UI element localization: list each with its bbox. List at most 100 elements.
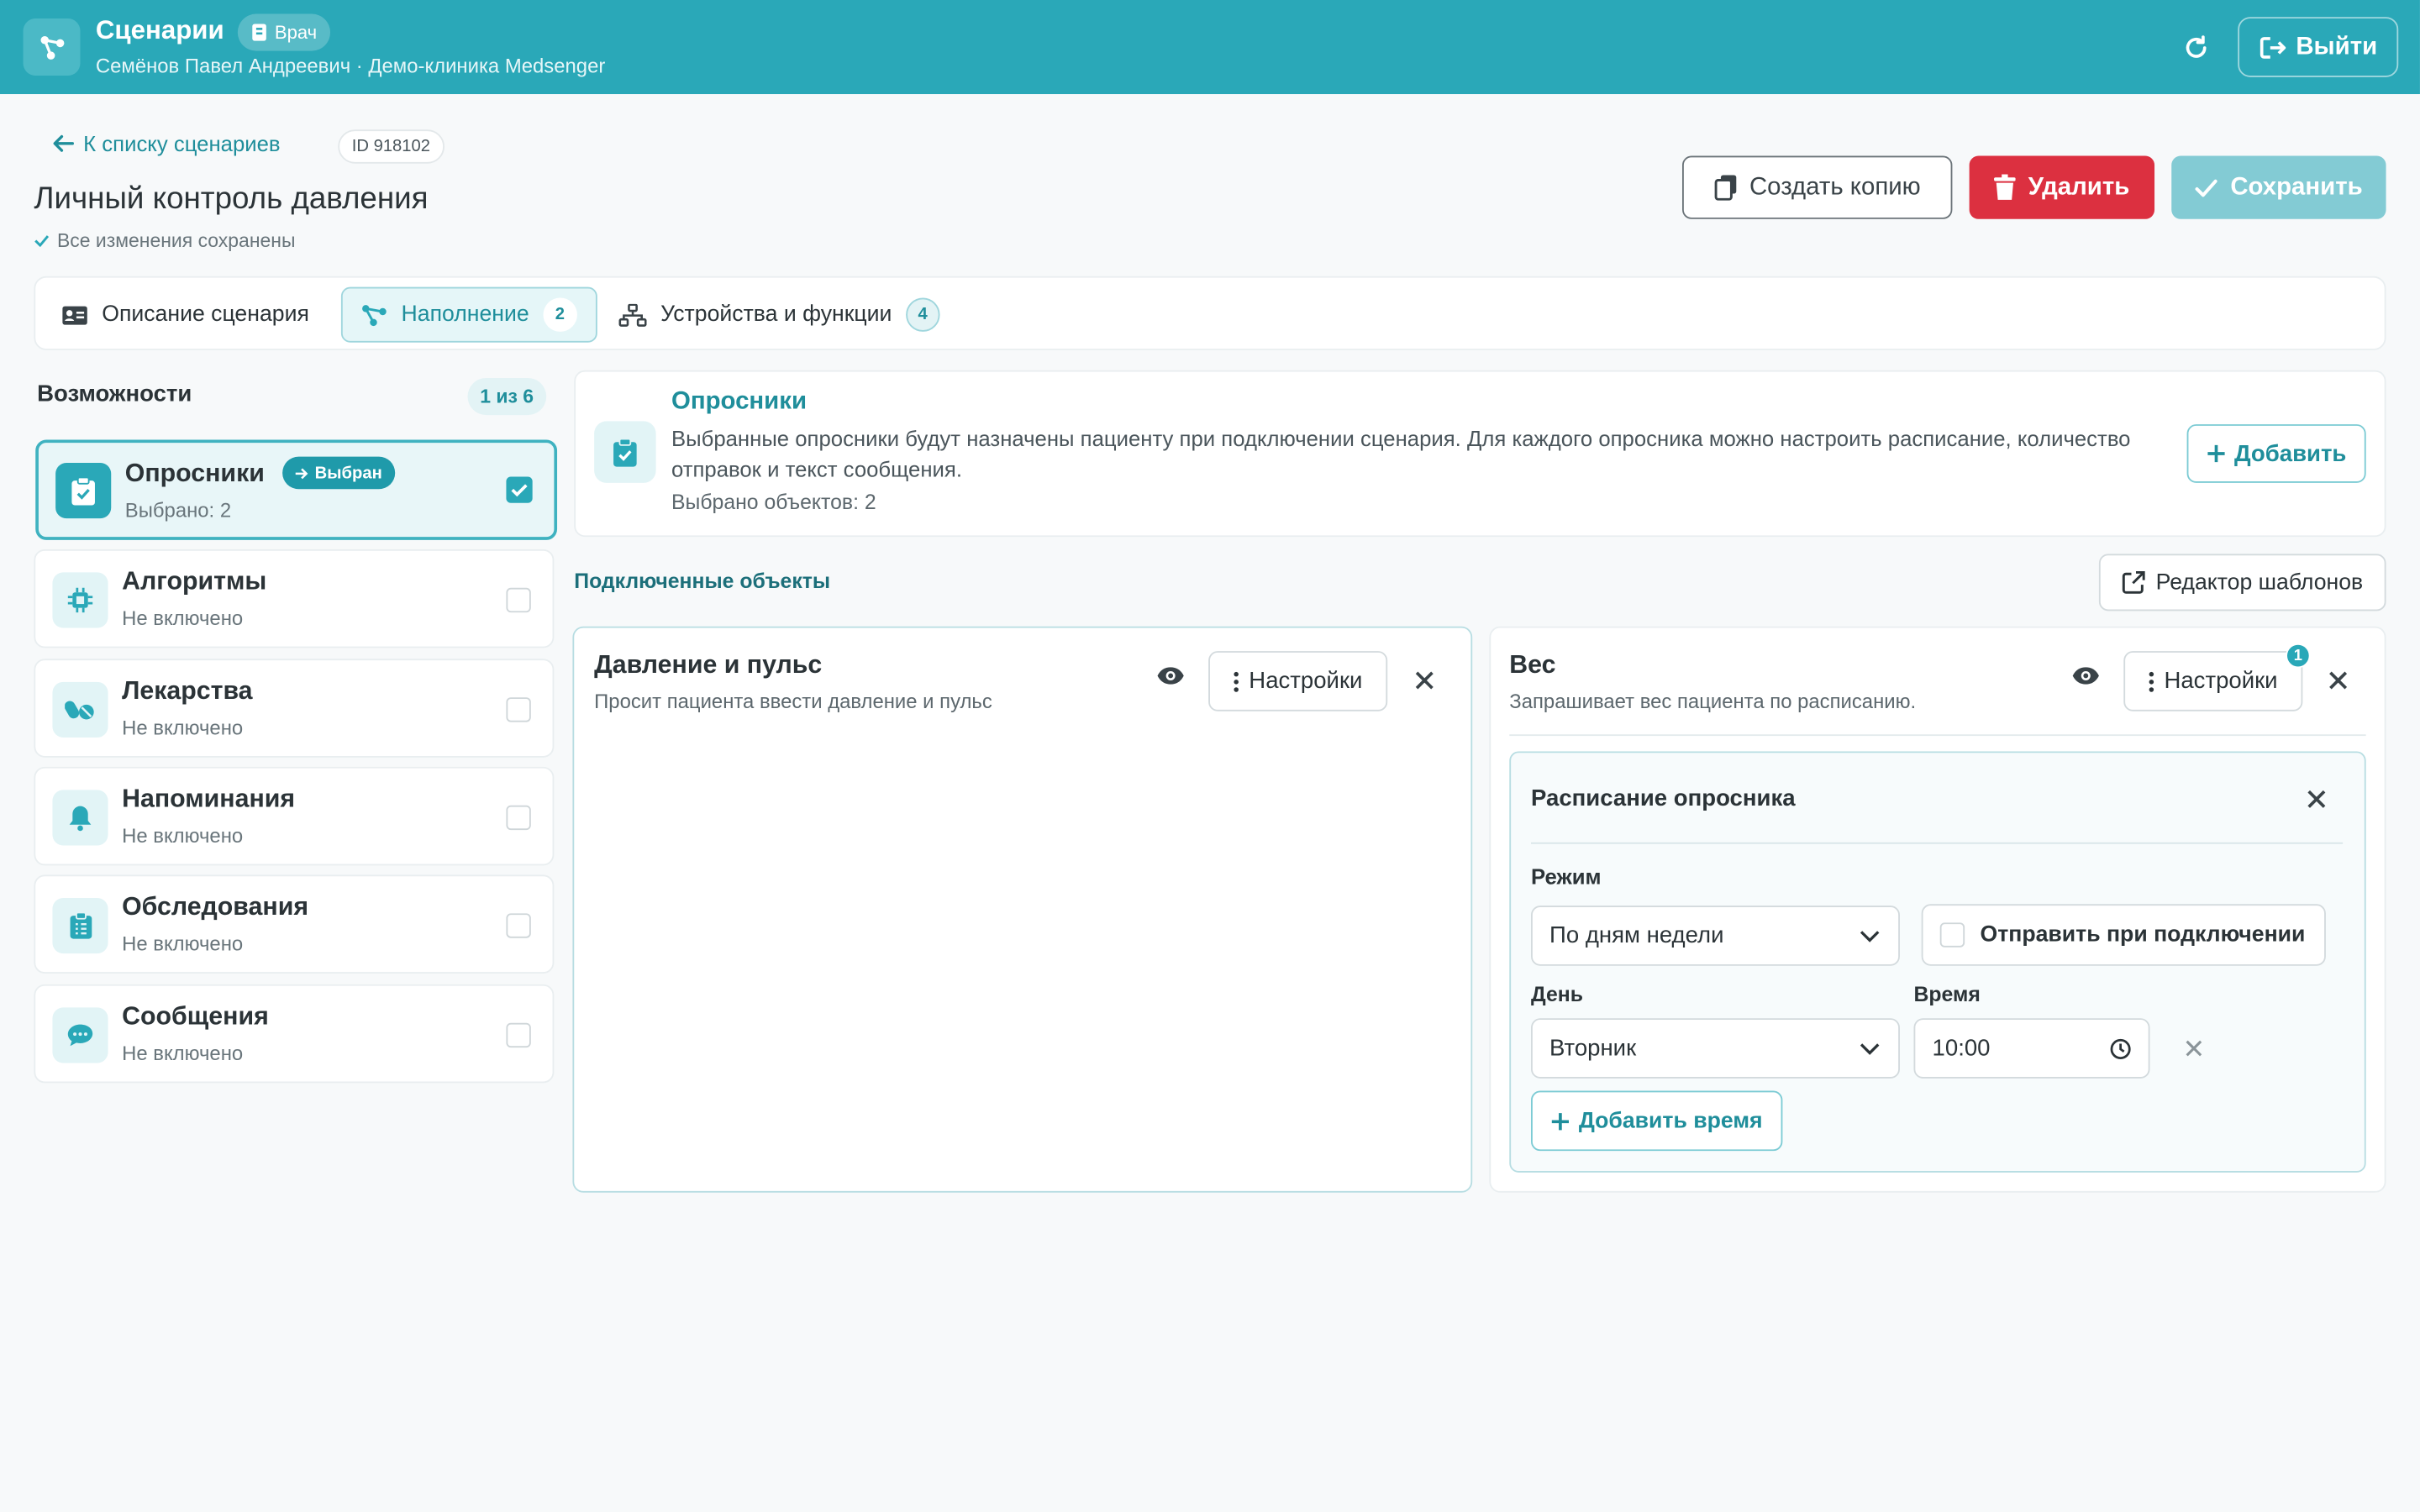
- settings-label: Настройки: [2164, 668, 2278, 695]
- capabilities-title: Возможности: [37, 381, 192, 407]
- mode-select-value: По дням недели: [1549, 922, 1724, 949]
- capability-status: Не включено: [122, 1041, 244, 1065]
- eye-icon[interactable]: [2071, 665, 2102, 696]
- clipboard-check-icon: [594, 421, 656, 483]
- capability-checkbox[interactable]: [506, 1022, 531, 1048]
- settings-button[interactable]: Настройки: [2123, 651, 2303, 711]
- send-on-connect-checkbox[interactable]: Отправить при подключении: [1921, 904, 2326, 966]
- refresh-icon[interactable]: [2178, 29, 2215, 66]
- time-input[interactable]: 10:00: [1913, 1018, 2150, 1079]
- settings-label: Настройки: [1249, 668, 1363, 695]
- pills-icon: [52, 681, 108, 738]
- capability-checkbox[interactable]: [506, 587, 531, 613]
- doctor-badge-icon: [251, 24, 266, 42]
- mode-select[interactable]: По дням недели: [1531, 906, 1900, 966]
- capability-checkbox[interactable]: [506, 697, 531, 722]
- tab-content[interactable]: Наполнение 2: [340, 286, 597, 343]
- sitemap-icon: [618, 302, 647, 327]
- plus-icon: [2207, 444, 2225, 463]
- time-label: Время: [1913, 982, 1981, 1006]
- tab-description[interactable]: Описание сценария: [43, 287, 327, 343]
- role-badge-label: Врач: [274, 21, 318, 44]
- add-questionnaire-button[interactable]: Добавить: [2186, 424, 2366, 483]
- capability-checkbox[interactable]: [506, 805, 531, 831]
- capability-checkbox[interactable]: [506, 476, 533, 503]
- send-on-connect-label: Отправить при подключении: [1980, 922, 2306, 948]
- capability-examinations[interactable]: Обследования Не включено: [34, 874, 555, 974]
- app-logo-icon[interactable]: [23, 18, 81, 76]
- day-select[interactable]: Вторник: [1531, 1018, 1900, 1079]
- page-title: Личный контроль давления: [34, 181, 429, 217]
- remove-time-icon[interactable]: [2179, 1034, 2207, 1062]
- add-label: Добавить: [2233, 440, 2347, 467]
- capability-reminders[interactable]: Напоминания Не включено: [34, 766, 555, 866]
- capability-algorithms[interactable]: Алгоритмы Не включено: [34, 549, 555, 648]
- day-label: День: [1531, 982, 1583, 1006]
- capability-name: Обследования: [122, 893, 309, 921]
- scenario-id-chip: ID 918102: [338, 129, 445, 164]
- object-description: Просит пациента ввести давление и пульс: [594, 690, 992, 713]
- copy-scenario-button[interactable]: Создать копию: [1682, 155, 1953, 219]
- template-editor-button[interactable]: Редактор шаблонов: [2098, 554, 2386, 612]
- copy-label: Создать копию: [1749, 173, 1921, 200]
- selected-badge: Выбран: [282, 456, 395, 490]
- back-to-list-link[interactable]: К списку сценариев: [52, 131, 281, 156]
- info-selected-count: Выбрано объектов: 2: [671, 491, 876, 514]
- capability-questionnaires[interactable]: Опросники Выбран Выбрано: 2: [35, 439, 558, 540]
- settings-button[interactable]: Настройки: [1208, 651, 1388, 711]
- plus-icon: [1551, 1111, 1570, 1130]
- check-icon: [2195, 178, 2218, 197]
- save-label: Сохранить: [2230, 173, 2363, 200]
- settings-count-badge: 1: [2286, 643, 2311, 669]
- add-time-button[interactable]: Добавить время: [1531, 1090, 1783, 1152]
- app-title: Сценарии: [95, 15, 224, 45]
- capability-status: Не включено: [122, 932, 244, 955]
- saved-status: Все изменения сохранены: [34, 229, 296, 252]
- capability-name: Напоминания: [122, 785, 296, 813]
- tab-content-label: Наполнение: [401, 302, 529, 328]
- logout-button[interactable]: Выйти: [2238, 17, 2399, 77]
- capability-messages[interactable]: Сообщения Не включено: [34, 984, 555, 1084]
- eye-icon[interactable]: [1156, 665, 1187, 696]
- checkbox-box[interactable]: [1939, 922, 1965, 948]
- logout-label: Выйти: [2296, 33, 2378, 60]
- chat-icon: [52, 1007, 108, 1063]
- tab-content-count: 2: [543, 297, 577, 332]
- capability-name: Лекарства: [122, 677, 253, 706]
- saved-status-label: Все изменения сохранены: [56, 229, 296, 252]
- capability-medicines[interactable]: Лекарства Не включено: [34, 659, 555, 758]
- tab-devices[interactable]: Устройства и функции 4: [600, 287, 958, 343]
- close-icon[interactable]: [2324, 666, 2352, 694]
- time-input-value: 10:00: [1932, 1035, 1991, 1062]
- tab-devices-label: Устройства и функции: [660, 302, 892, 328]
- capability-name: Опросники: [124, 459, 265, 488]
- delete-button[interactable]: Удалить: [1969, 155, 2155, 219]
- copy-icon: [1713, 175, 1738, 201]
- chevron-down-icon: [1860, 930, 1880, 942]
- schedule-title: Расписание опросника: [1531, 785, 1796, 812]
- capability-name: Сообщения: [122, 1002, 269, 1031]
- clipboard-check-icon: [55, 463, 112, 519]
- object-title: Давление и пульс: [594, 651, 823, 680]
- top-bar: [0, 0, 2420, 95]
- capability-checkbox[interactable]: [506, 913, 531, 938]
- clock-icon[interactable]: [2110, 1037, 2132, 1059]
- logout-icon: [2259, 34, 2286, 59]
- save-button[interactable]: Сохранить: [2171, 155, 2386, 219]
- capability-status: Выбрано: 2: [124, 498, 232, 522]
- template-editor-label: Редактор шаблонов: [2155, 570, 2364, 596]
- tab-description-label: Описание сценария: [102, 302, 309, 328]
- close-icon[interactable]: [1411, 666, 1439, 694]
- info-title: Опросники: [671, 388, 808, 416]
- object-title: Вес: [1509, 651, 1556, 680]
- capabilities-counter: 1 из 6: [467, 377, 546, 416]
- capability-name: Алгоритмы: [122, 567, 267, 596]
- tab-devices-count: 4: [905, 297, 940, 332]
- role-badge: Врач: [237, 13, 331, 51]
- bell-icon: [52, 790, 108, 846]
- day-select-value: Вторник: [1549, 1035, 1637, 1062]
- arrow-left-icon: [52, 134, 74, 153]
- close-schedule-icon[interactable]: [2302, 785, 2330, 813]
- object-description: Запрашивает вес пациента по расписанию.: [1509, 690, 1917, 713]
- check-icon: [34, 234, 50, 247]
